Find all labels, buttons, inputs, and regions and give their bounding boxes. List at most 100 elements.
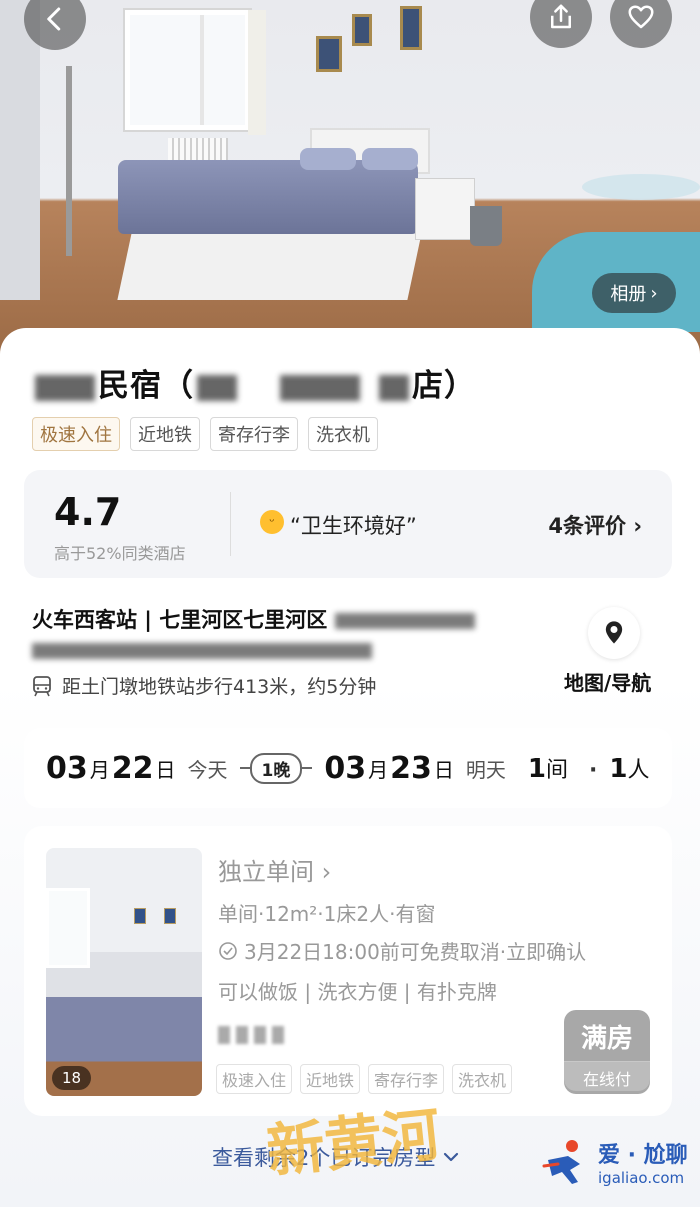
redacted-text	[32, 642, 372, 659]
room-name[interactable]: 独立单间 ›	[218, 852, 331, 887]
redacted-text	[254, 1026, 266, 1044]
chevron-right-icon: ›	[650, 282, 658, 304]
metro-text: 距土门墩地铁站步行413米，约5分钟	[62, 676, 377, 698]
tag-washer: 洗衣机	[308, 417, 378, 451]
nights-count: 1晚	[249, 752, 303, 784]
album-button[interactable]: 相册 ›	[592, 273, 676, 313]
photo-clothes-stand	[66, 66, 72, 256]
status-label: 满房	[580, 1024, 633, 1054]
date-selector[interactable]: 03 月 22 日 今天 1晚 03 月 23 日 明天 1间 · 1人	[24, 728, 672, 808]
address-line: 火车西客站 | 七里河区七里河区	[32, 604, 475, 634]
redacted-price	[218, 1026, 284, 1044]
hotel-title-tail: 店）	[412, 368, 476, 404]
tag-luggage: 寄存行李	[210, 417, 298, 451]
room-card[interactable]: 18 独立单间 › 单间·12m²·1床2人·有窗 3月22日18:00前可免费…	[24, 826, 672, 1116]
reviews-link[interactable]: 4条评价 ›	[548, 510, 642, 540]
photo-blanket	[118, 160, 418, 234]
checkout-month: 03	[324, 750, 367, 786]
pay-type-label: 在线付	[564, 1061, 650, 1091]
photo-pillow	[362, 148, 418, 170]
photo-frame	[316, 36, 342, 72]
address-text: 火车西客站 | 七里河区七里河区	[32, 608, 328, 632]
tag-washer: 洗衣机	[452, 1064, 513, 1094]
full-booked-button[interactable]: 满房 在线付	[564, 1010, 650, 1094]
room-features: 可以做饭 | 洗衣方便 | 有扑克牌	[218, 980, 497, 1004]
photo-window	[46, 888, 90, 968]
divider	[302, 767, 313, 769]
checkin-month: 03	[46, 750, 88, 786]
redacted-text	[236, 1026, 248, 1044]
guest-count: 1	[609, 754, 628, 784]
tag-near-metro: 近地铁	[300, 1064, 361, 1094]
share-icon	[551, 4, 571, 29]
chevron-down-icon	[444, 1152, 459, 1162]
photo-wall	[0, 0, 40, 300]
redacted-text	[35, 374, 95, 401]
rating-subtitle: 高于52%同类酒店	[54, 544, 186, 563]
laughing-emoji-icon: ᵕ	[260, 510, 284, 534]
chevron-left-icon	[47, 7, 61, 31]
review-quote: “卫生环境好”	[290, 514, 417, 538]
tag-fast-checkin: 极速入住	[32, 417, 120, 451]
photo-table	[582, 174, 700, 200]
photo-frame	[164, 908, 176, 924]
hotel-title-text: 民宿	[98, 368, 162, 404]
chevron-right-icon: ›	[633, 514, 642, 538]
redacted-text	[379, 374, 409, 401]
photo-pillow	[300, 148, 356, 170]
hotel-title: 民宿（ 店）	[32, 360, 476, 405]
tag-fast-checkin: 极速入住	[216, 1064, 293, 1094]
photo-frame	[134, 908, 146, 924]
room-count: 1	[527, 754, 546, 784]
month-unit: 月	[89, 757, 110, 782]
metro-info: 距土门墩地铁站步行413米，约5分钟	[32, 672, 376, 699]
checkin-day: 22	[111, 750, 154, 786]
map-button[interactable]	[588, 607, 640, 659]
divider	[239, 767, 250, 769]
site-url: igaliao.com	[598, 1169, 685, 1187]
site-name: 爱 · 尬聊	[598, 1143, 688, 1168]
rating-score: 4.7	[54, 490, 122, 534]
room-unit: 间	[545, 758, 568, 783]
photo-count: 18	[52, 1066, 92, 1090]
cancel-policy: 3月22日18:00前可免费取消·立即确认	[218, 936, 586, 965]
room-tags: 极速入住 近地铁 寄存行李 洗衣机	[216, 1064, 513, 1094]
tag-near-metro: 近地铁	[130, 417, 200, 451]
room-spec: 单间·12m²·1床2人·有窗	[218, 902, 436, 926]
redacted-text	[334, 613, 475, 629]
separator: ·	[589, 758, 598, 783]
metro-icon	[33, 675, 51, 696]
room-photo[interactable]: 18	[46, 848, 202, 1096]
runner-logo-icon	[542, 1140, 580, 1184]
redacted-text	[280, 374, 360, 401]
checkout-label: 明天	[465, 757, 506, 782]
photo-window	[125, 10, 250, 130]
album-label: 相册	[610, 284, 647, 305]
divider	[230, 492, 231, 556]
day-unit: 日	[433, 757, 454, 782]
nights-indicator: 1晚	[239, 752, 313, 784]
room-guest-selector[interactable]: 1间 · 1人	[528, 752, 650, 784]
chevron-right-icon: ›	[321, 858, 332, 886]
hotel-tags: 极速入住 近地铁 寄存行李 洗衣机	[32, 417, 378, 451]
hotel-title-open: （	[162, 368, 194, 404]
rating-card[interactable]: 4.7 高于52%同类酒店 ᵕ “卫生环境好” 4条评价 ›	[24, 470, 672, 578]
address-line-2	[32, 640, 372, 664]
guest-unit: 人	[627, 758, 650, 783]
site-logo: 爱 · 尬聊 igaliao.com	[540, 1136, 688, 1188]
hero-photo[interactable]	[0, 0, 700, 360]
check-circle-icon	[219, 941, 237, 960]
photo-frame	[352, 14, 372, 46]
checkin-label: 今天	[187, 757, 228, 782]
photo-frame	[400, 6, 422, 50]
checkout-day: 23	[390, 750, 432, 786]
redacted-text	[197, 374, 237, 401]
redacted-text	[272, 1026, 284, 1044]
map-nav-label[interactable]: 地图/导航	[564, 667, 651, 696]
room-name-text: 独立单间	[218, 858, 314, 886]
photo-curtain	[248, 10, 266, 135]
day-unit: 日	[155, 757, 176, 782]
photo-bin	[470, 206, 502, 246]
redacted-text	[218, 1026, 230, 1044]
review-count: 4条评价	[548, 514, 627, 538]
